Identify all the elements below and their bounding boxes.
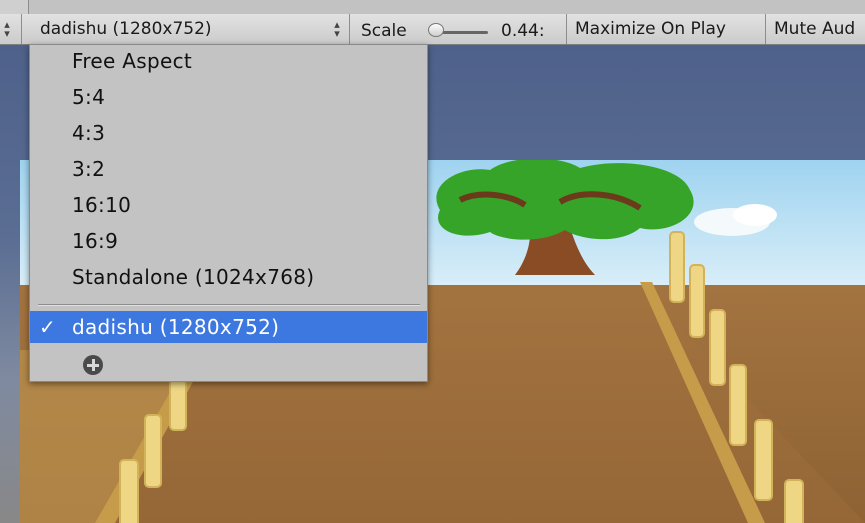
window-tab-strip: [0, 0, 865, 14]
window-tab-edge: [0, 0, 29, 14]
aspect-dropdown-menu: Free Aspect 5:4 4:3 3:2 16:10 16:9 Stand…: [29, 44, 428, 382]
aspect-option-16-9[interactable]: 16:9: [30, 225, 427, 259]
check-icon: ✓: [39, 315, 57, 339]
option-label: 5:4: [72, 85, 106, 109]
option-label: 16:9: [72, 229, 119, 253]
option-label: 3:2: [72, 157, 106, 181]
scale-slider-thumb[interactable]: [428, 23, 444, 37]
aspect-option-3-2[interactable]: 3:2: [30, 153, 427, 187]
aspect-option-free[interactable]: Free Aspect: [30, 45, 427, 79]
option-label: 16:10: [72, 193, 132, 217]
aspect-option-dadishu[interactable]: ✓ dadishu (1280x752): [30, 311, 427, 343]
aspect-option-5-4[interactable]: 5:4: [30, 81, 427, 115]
scale-value: 0.44:: [501, 21, 545, 41]
aspect-updown-icon: ▴ ▾: [334, 18, 340, 40]
mute-audio-toggle[interactable]: Mute Aud: [766, 14, 865, 44]
option-label: 4:3: [72, 121, 106, 145]
menu-divider: [38, 304, 420, 306]
option-label: dadishu (1280x752): [72, 315, 280, 339]
option-label: Standalone (1024x768): [72, 265, 315, 289]
scale-label: Scale: [361, 21, 407, 41]
game-view-toolbar: ▴ ▾ dadishu (1280x752) ▴ ▾ Scale 0.44: Max…: [0, 14, 865, 45]
aspect-option-4-3[interactable]: 4:3: [30, 117, 427, 151]
aspect-dropdown-button[interactable]: dadishu (1280x752) ▴ ▾: [22, 14, 348, 44]
display-updown-icon[interactable]: ▴ ▾: [2, 19, 12, 39]
aspect-option-standalone[interactable]: Standalone (1024x768): [30, 261, 427, 295]
aspect-option-16-10[interactable]: 16:10: [30, 189, 427, 223]
option-label: Free Aspect: [72, 49, 193, 73]
scale-slider-track[interactable]: [438, 31, 488, 34]
mute-audio-label: Mute Aud: [774, 19, 856, 39]
maximize-on-play-toggle[interactable]: Maximize On Play: [567, 14, 765, 44]
maximize-on-play-label: Maximize On Play: [575, 19, 726, 39]
plus-circle-icon[interactable]: [83, 355, 103, 375]
aspect-dropdown-label: dadishu (1280x752): [40, 19, 212, 39]
scale-control: Scale 0.44:: [350, 14, 565, 44]
